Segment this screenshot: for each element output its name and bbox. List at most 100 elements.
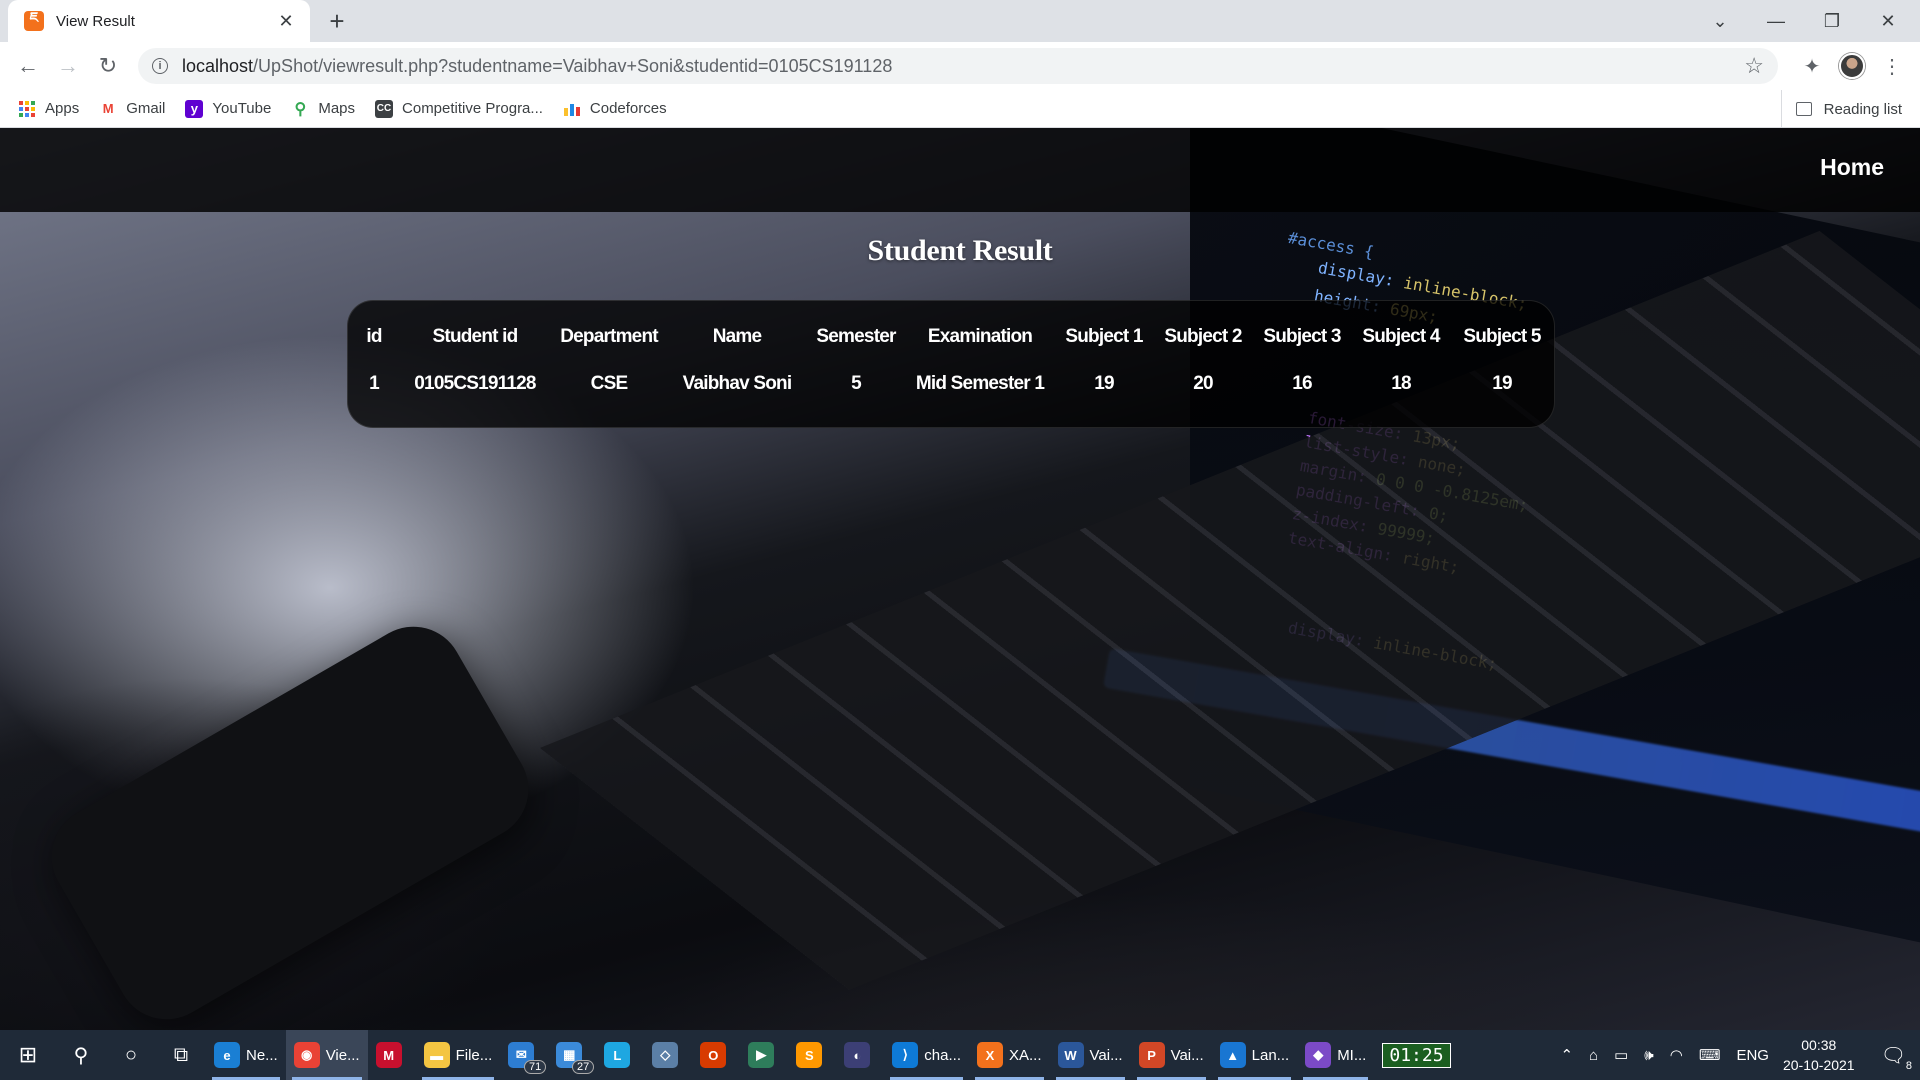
clock-time: 00:38 [1801, 1037, 1837, 1053]
bookmark-label: Gmail [126, 100, 166, 117]
back-button[interactable]: ← [12, 50, 44, 82]
notification-count: 8 [1905, 1059, 1912, 1072]
bookmark-apps[interactable]: Apps [18, 100, 79, 118]
column-header-subject-2: Subject 2 [1164, 326, 1242, 347]
show-hidden-icons-chevron-icon[interactable]: ⌃ [1560, 1046, 1573, 1064]
profile-avatar[interactable] [1836, 50, 1868, 82]
taskbar-app-label: MI... [1337, 1046, 1367, 1064]
minimize-button[interactable]: — [1748, 0, 1804, 42]
gmail-icon: M [102, 101, 114, 116]
taskbar-app-xampp[interactable]: X XA... [969, 1030, 1050, 1080]
keyboard-icon[interactable]: ⌨ [1699, 1046, 1721, 1064]
reading-list-label: Reading list [1823, 100, 1902, 118]
taskbar-app-word[interactable]: W Vai... [1050, 1030, 1131, 1080]
site-info-icon[interactable]: i [152, 58, 168, 74]
apps-grid-icon [18, 100, 36, 118]
search-icon[interactable]: ⚲ [56, 1030, 106, 1080]
timer-widget[interactable]: 01:25 [1382, 1042, 1451, 1068]
xampp-favicon-icon: ཇ [24, 9, 44, 31]
taskbar-app-mi[interactable]: ◆ MI... [1297, 1030, 1374, 1080]
usb-icon[interactable]: ⌂ [1589, 1047, 1598, 1064]
taskbar-app-calendar[interactable]: ▦ 27 [548, 1030, 596, 1080]
powerpoint-icon: P [1138, 1042, 1165, 1068]
taskbar-app-label: Vie... [325, 1046, 360, 1064]
url-text[interactable]: localhost/UpShot/viewresult.php?studentn… [182, 56, 1744, 77]
taskbar-app-terminal[interactable]: ▶ [740, 1030, 788, 1080]
language-indicator[interactable]: ENG [1736, 1047, 1769, 1064]
phone-background-image [33, 608, 547, 1030]
cell-examination: Mid Semester 1 [915, 373, 1045, 394]
column-header-id: id [366, 326, 382, 347]
menu-kebab-icon[interactable]: ⋮ [1876, 50, 1908, 82]
url-path: /UpShot/viewresult.php?studentname=Vaibh… [253, 55, 893, 76]
taskbar-app-label: XA... [1008, 1046, 1042, 1064]
forward-button[interactable]: → [52, 50, 84, 82]
reading-list-icon [1795, 102, 1812, 116]
close-tab-icon[interactable]: ✕ [276, 11, 296, 32]
bookmark-maps[interactable]: ⚲ Maps [291, 100, 355, 118]
battery-icon[interactable]: ▭ [1614, 1046, 1628, 1064]
bookmark-label: Maps [318, 100, 356, 117]
tab-search-icon[interactable]: ⌄ [1692, 0, 1748, 42]
bookmark-label: Codeforces [589, 100, 667, 117]
sublime-icon: S [796, 1042, 823, 1068]
new-tab-button[interactable]: + [322, 6, 352, 36]
column-header-examination: Examination [927, 326, 1033, 347]
taskbar-apps: e Ne... ◉ Vie... M ▬ File... ✉ 71 ▦ 27 L ◇ O ▶ S ◐ ⟩ cha..… [206, 1030, 1374, 1080]
task-view-icon[interactable]: ⧉ [156, 1030, 206, 1080]
taskbar: ⊞ ⚲ ○ ⧉ e Ne... ◉ Vie... M ▬ File... ✉ 71 ▦ 27 L ◇ O ▶… [0, 1030, 1920, 1080]
notification-center-icon[interactable]: 🗨 8 [1881, 1043, 1912, 1072]
taskbar-app-mail[interactable]: ✉ 71 [500, 1030, 548, 1080]
taskbar-app-virtualbox[interactable]: ◇ [644, 1030, 692, 1080]
bookmark-label: YouTube [212, 100, 272, 117]
taskbar-app-eclipse[interactable]: ◐ [836, 1030, 884, 1080]
bookmark-competitive-programming[interactable]: CC Competitive Progra... [375, 99, 543, 118]
restore-button[interactable]: ❐ [1804, 0, 1860, 42]
close-window-button[interactable]: ✕ [1860, 0, 1916, 42]
taskbar-app-sublime[interactable]: S [788, 1030, 836, 1080]
start-windows-icon[interactable]: ⊞ [0, 1030, 56, 1080]
taskbar-app-mcafee[interactable]: M [368, 1030, 416, 1080]
column-header-subject-1: Subject 1 [1065, 326, 1143, 347]
eclipse-icon: ◐ [844, 1042, 871, 1068]
office-icon: O [700, 1042, 727, 1068]
cell-subject-2: 20 [1193, 373, 1213, 394]
cell-student-id: 0105CS191128 [414, 373, 536, 394]
bookmark-codeforces[interactable]: Codeforces [563, 100, 667, 118]
home-link[interactable]: Home [1820, 154, 1884, 181]
taskbar-app-image[interactable]: ▲ Lan... [1212, 1030, 1298, 1080]
clock[interactable]: 00:38 20-10-2021 [1783, 1035, 1855, 1075]
taskbar-app-chrome[interactable]: ◉ Vie... [285, 1030, 368, 1080]
taskbar-app-folder[interactable]: ▬ File... [416, 1030, 501, 1080]
clock-date: 20-10-2021 [1782, 1057, 1855, 1073]
extensions-icon[interactable]: ✦ [1796, 50, 1828, 82]
taskbar-app-vscode[interactable]: ⟩ cha... [884, 1030, 969, 1080]
taskbar-app-office[interactable]: O [692, 1030, 740, 1080]
taskbar-app-powerpoint[interactable]: P Vai... [1131, 1030, 1212, 1080]
taskbar-app-l-app[interactable]: L [596, 1030, 644, 1080]
volume-icon[interactable]: 🕪 [1644, 1047, 1653, 1064]
reload-button[interactable]: ↻ [92, 50, 124, 82]
page-title: Student Result [867, 234, 1053, 267]
column-header-subject-4: Subject 4 [1362, 326, 1440, 347]
tab-view-result[interactable]: ཇ View Result ✕ [8, 0, 310, 42]
reading-list-button[interactable]: Reading list [1780, 90, 1902, 128]
word-icon: W [1057, 1042, 1084, 1068]
result-table: id Student id Department Name Semester E… [348, 317, 1554, 411]
edge-icon: e [214, 1042, 240, 1068]
chrome-icon: ◉ [293, 1042, 320, 1068]
cell-department: CSE [590, 373, 628, 394]
bookmark-star-icon[interactable]: ☆ [1744, 53, 1764, 79]
bookmark-gmail[interactable]: M Gmail [99, 100, 166, 118]
bookmark-youtube[interactable]: y YouTube [185, 99, 272, 118]
avatar [1839, 53, 1865, 79]
taskbar-app-edge[interactable]: e Ne... [206, 1030, 286, 1080]
wifi-icon[interactable]: ◠ [1670, 1046, 1683, 1064]
cell-subject-5: 19 [1492, 373, 1512, 394]
address-bar[interactable]: i localhost/UpShot/viewresult.php?studen… [138, 48, 1778, 84]
taskbar-app-label: Ne... [246, 1046, 278, 1064]
cortana-icon[interactable]: ○ [106, 1030, 156, 1080]
cc-icon: CC [375, 99, 394, 118]
table-row: 1 0105CS191128 CSE Vaibhav Soni 5 Mid Se… [348, 357, 1554, 411]
result-card: id Student id Department Name Semester E… [347, 300, 1555, 428]
